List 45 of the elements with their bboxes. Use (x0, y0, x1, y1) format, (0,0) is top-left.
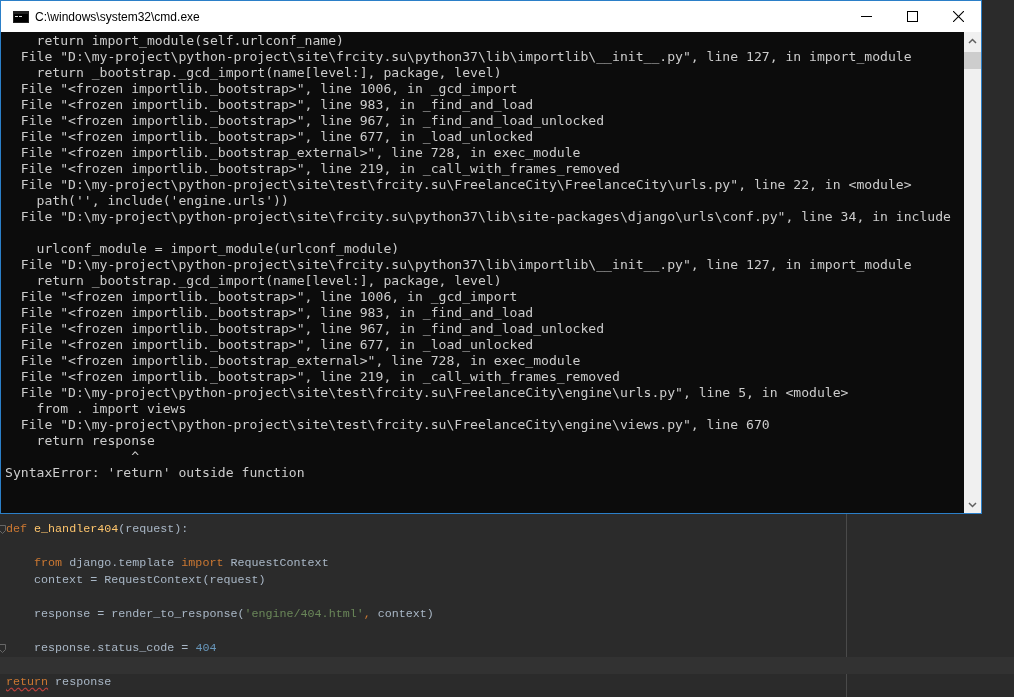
console-line: return _bootstrap._gcd_import(name[level:], package, level) (35, 273, 503, 289)
fold-marker-icon[interactable] (0, 525, 6, 534)
code-line: response.status_code = 404 (33, 640, 217, 657)
code-line: def e_handler404(request): (6, 521, 189, 538)
console-line: SyntaxError: 'return' outside function (5, 465, 306, 481)
code-editor[interactable] (0, 514, 1014, 697)
code-line: response = render_to_response('engine/404.html', context) (33, 606, 434, 623)
console-line: File "D:\my-project\python-project\site\test\frcity.su\FreelanceCity\engine\views.py", line 670 (19, 417, 771, 433)
console-line: File "<frozen importlib._bootstrap>", line 967, in _find_and_load_unlocked (19, 113, 606, 129)
fold-marker-icon[interactable] (0, 644, 6, 653)
console-icon (13, 10, 29, 23)
code-line: return response (6, 674, 112, 691)
minimize-icon (860, 16, 872, 17)
console-line: File "<frozen importlib._bootstrap>", line 677, in _load_unlocked (19, 129, 535, 145)
scrollbar[interactable] (964, 32, 981, 513)
console-line: File "<frozen importlib._bootstrap>", line 219, in _call_with_frames_removed (19, 369, 621, 385)
console-line: File "<frozen importlib._bootstrap>", line 1006, in _gcd_import (19, 81, 519, 97)
console-line: urlconf_module = import_module(urlconf_module) (35, 241, 401, 257)
console-line: ^ (130, 449, 140, 465)
console-line: File "<frozen importlib._bootstrap>", line 677, in _load_unlocked (19, 337, 535, 353)
scroll-thumb[interactable] (964, 52, 981, 69)
scroll-down-icon[interactable] (968, 502, 977, 508)
console-line: return response (35, 433, 156, 449)
console-line: return import_module(self.urlconf_name) (35, 33, 345, 49)
console-line: File "<frozen importlib._bootstrap>", line 219, in _call_with_frames_removed (19, 161, 621, 177)
maximize-icon (906, 11, 918, 22)
console-line: File "D:\my-project\python-project\site\frcity.su\python37\lib\importlib\__init__.py", line 127, in import_module (19, 49, 913, 65)
console-line: path('', include('engine.urls')) (35, 193, 290, 209)
console-line: File "<frozen importlib._bootstrap>", line 983, in _find_and_load (19, 97, 535, 113)
close-icon (952, 11, 964, 22)
console-line: File "D:\my-project\python-project\site\test\frcity.su\FreelanceCity\FreelanceCity\urls.py", line 22, in <module> (19, 177, 913, 193)
console-line: File "<frozen importlib._bootstrap_external>", line 728, in exec_module (19, 145, 582, 161)
console-line: from . import views (35, 401, 188, 417)
code-line: from django.template import RequestContext (33, 555, 329, 572)
console-line: File "D:\my-project\python-project\site\test\frcity.su\FreelanceCity\engine\urls.py", line 5, in <module> (19, 385, 850, 401)
console-line: return _bootstrap._gcd_import(name[level:], package, level) (35, 65, 503, 81)
console-line: File "D:\my-project\python-project\site\frcity.su\python37\lib\site-packages\django\urls\conf.py", line 34, in include (19, 209, 952, 225)
console-line: File "<frozen importlib._bootstrap>", line 967, in _find_and_load_unlocked (19, 321, 606, 337)
console-line: File "<frozen importlib._bootstrap_external>", line 728, in exec_module (19, 353, 582, 369)
window-title: C:\windows\system32\cmd.exe (35, 9, 200, 24)
console-line: File "<frozen importlib._bootstrap>", line 1006, in _gcd_import (19, 289, 519, 305)
code-line: context = RequestContext(request) (33, 572, 266, 589)
console-line: File "<frozen importlib._bootstrap>", line 983, in _find_and_load (19, 305, 535, 321)
console-line: File "D:\my-project\python-project\site\frcity.su\python37\lib\importlib\__init__.py", line 127, in import_module (19, 257, 913, 273)
scroll-up-icon[interactable] (968, 38, 977, 44)
